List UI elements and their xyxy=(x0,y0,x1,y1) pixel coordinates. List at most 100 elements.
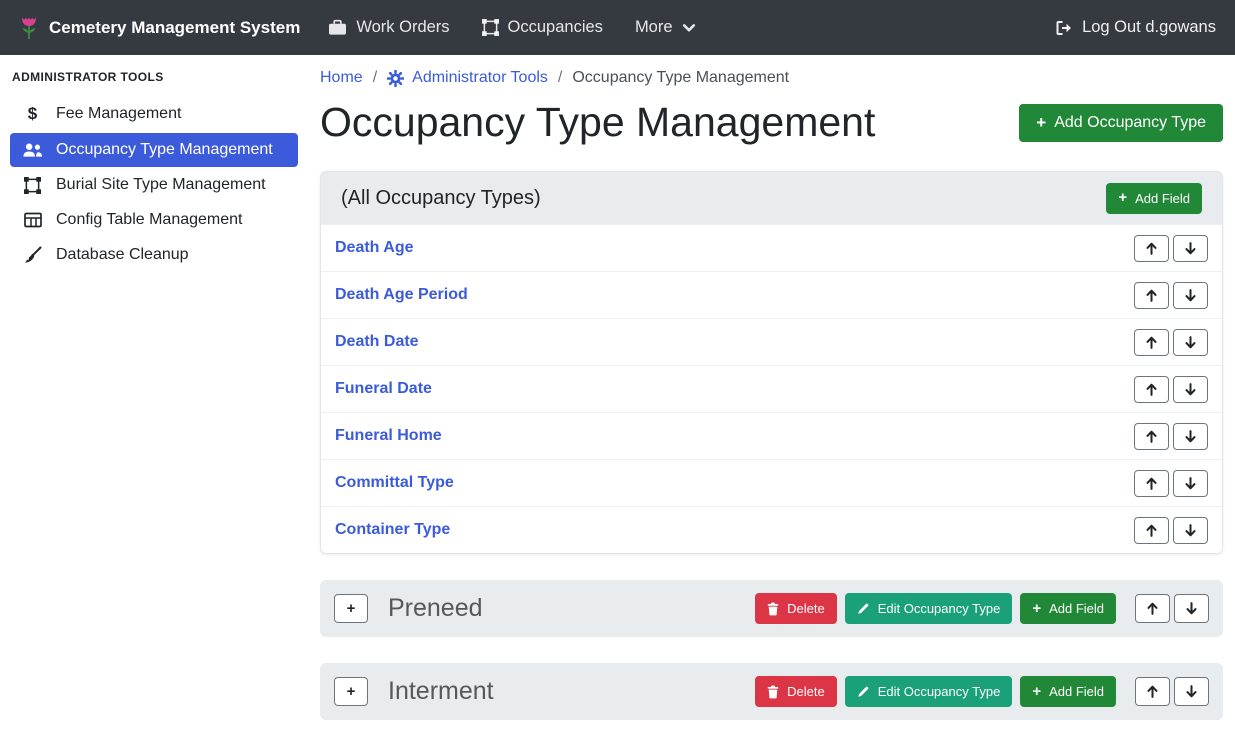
breadcrumb-current: Occupancy Type Management xyxy=(572,69,789,87)
brand-title: Cemetery Management System xyxy=(49,18,300,38)
move-down-button[interactable] xyxy=(1173,517,1208,544)
field-link-committal-type[interactable]: Committal Type xyxy=(335,474,454,492)
admin-tools-sidebar: Administrator Tools $ Fee Management Occ… xyxy=(0,55,308,738)
reorder-controls xyxy=(1134,423,1208,450)
navbar-links: Work Orders Occupancies More xyxy=(328,18,695,37)
add-field-button[interactable]: + Add Field xyxy=(1106,183,1202,214)
page-title-row: Occupancy Type Management + Add Occupanc… xyxy=(320,99,1223,146)
expand-section-button[interactable]: + xyxy=(334,677,368,706)
move-up-button[interactable] xyxy=(1135,594,1170,623)
field-row: Death Date xyxy=(321,318,1222,365)
nav-item-label: Occupancies xyxy=(508,18,603,37)
arrow-down-icon xyxy=(1186,685,1197,698)
reorder-controls xyxy=(1134,329,1208,356)
arrow-up-icon xyxy=(1146,477,1157,490)
nav-item-more[interactable]: More xyxy=(635,18,696,37)
field-link-death-age-period[interactable]: Death Age Period xyxy=(335,286,468,304)
vector-square-icon xyxy=(22,177,43,194)
plus-icon: + xyxy=(1032,604,1041,614)
move-down-button[interactable] xyxy=(1173,423,1208,450)
reorder-controls xyxy=(1135,677,1209,706)
edit-occupancy-type-button[interactable]: Edit Occupancy Type xyxy=(845,593,1013,624)
logout-label: Log Out d.gowans xyxy=(1082,18,1216,37)
arrow-down-icon xyxy=(1185,289,1196,302)
arrow-up-icon xyxy=(1146,524,1157,537)
reorder-controls xyxy=(1134,282,1208,309)
section-title: Interment xyxy=(388,677,494,706)
card-title: (All Occupancy Types) xyxy=(341,187,541,210)
sign-out-icon xyxy=(1055,20,1073,36)
sidebar-item-label: Burial Site Type Management xyxy=(56,176,266,194)
arrow-down-icon xyxy=(1185,242,1196,255)
move-up-button[interactable] xyxy=(1134,423,1169,450)
plus-icon: + xyxy=(347,604,356,614)
arrow-up-icon xyxy=(1146,242,1157,255)
move-down-button[interactable] xyxy=(1174,677,1209,706)
field-link-funeral-date[interactable]: Funeral Date xyxy=(335,380,432,398)
field-row: Death Age xyxy=(321,224,1222,271)
move-down-button[interactable] xyxy=(1173,376,1208,403)
brand-home-link[interactable]: Cemetery Management System xyxy=(19,16,300,40)
delete-button[interactable]: Delete xyxy=(755,593,837,624)
arrow-up-icon xyxy=(1146,289,1157,302)
field-link-death-date[interactable]: Death Date xyxy=(335,333,419,351)
field-link-funeral-home[interactable]: Funeral Home xyxy=(335,427,442,445)
expand-section-button[interactable]: + xyxy=(334,594,368,623)
arrow-down-icon xyxy=(1185,477,1196,490)
plus-icon: + xyxy=(1036,118,1046,128)
plus-icon: + xyxy=(347,687,356,697)
users-icon xyxy=(22,142,43,158)
field-row: Funeral Date xyxy=(321,365,1222,412)
nav-item-work-orders[interactable]: Work Orders xyxy=(328,18,449,37)
occupancy-type-section-interment: + Interment Delete Edit Occupancy Type +… xyxy=(320,663,1223,720)
edit-occupancy-type-button[interactable]: Edit Occupancy Type xyxy=(845,676,1013,707)
move-down-button[interactable] xyxy=(1173,235,1208,262)
move-up-button[interactable] xyxy=(1134,329,1169,356)
gear-icon xyxy=(387,70,404,87)
field-link-death-age[interactable]: Death Age xyxy=(335,239,414,257)
move-down-button[interactable] xyxy=(1173,282,1208,309)
nav-item-label: Work Orders xyxy=(356,18,449,37)
trash-icon xyxy=(767,602,779,616)
sidebar-item-database-cleanup[interactable]: Database Cleanup xyxy=(10,238,298,272)
field-row: Committal Type xyxy=(321,459,1222,506)
pencil-icon xyxy=(857,602,870,615)
reorder-controls xyxy=(1134,376,1208,403)
sidebar-item-occupancy-type-management[interactable]: Occupancy Type Management xyxy=(10,133,298,167)
table-icon xyxy=(22,212,43,228)
move-up-button[interactable] xyxy=(1135,677,1170,706)
sidebar-item-burial-site-type-management[interactable]: Burial Site Type Management xyxy=(10,168,298,202)
move-down-button[interactable] xyxy=(1173,329,1208,356)
sidebar-item-fee-management[interactable]: $ Fee Management xyxy=(10,96,298,132)
field-link-container-type[interactable]: Container Type xyxy=(335,521,450,539)
pencil-icon xyxy=(857,685,870,698)
move-down-button[interactable] xyxy=(1174,594,1209,623)
nav-item-occupancies[interactable]: Occupancies xyxy=(482,18,603,37)
breadcrumb-home-link[interactable]: Home xyxy=(320,69,363,87)
reorder-controls xyxy=(1135,594,1209,623)
add-field-button[interactable]: + Add Field xyxy=(1020,593,1116,624)
all-occupancy-types-card: (All Occupancy Types) + Add Field Death … xyxy=(320,171,1223,554)
arrow-up-icon xyxy=(1146,383,1157,396)
arrow-down-icon xyxy=(1185,336,1196,349)
arrow-down-icon xyxy=(1186,602,1197,615)
breadcrumb-admin-tools-link[interactable]: Administrator Tools xyxy=(387,69,548,87)
move-up-button[interactable] xyxy=(1134,376,1169,403)
logout-link[interactable]: Log Out d.gowans xyxy=(1055,18,1216,37)
move-up-button[interactable] xyxy=(1134,235,1169,262)
breadcrumb-separator: / xyxy=(558,69,562,87)
field-row: Funeral Home xyxy=(321,412,1222,459)
add-field-button[interactable]: + Add Field xyxy=(1020,676,1116,707)
sidebar-item-label: Database Cleanup xyxy=(56,246,189,264)
add-occupancy-type-button[interactable]: + Add Occupancy Type xyxy=(1019,104,1223,142)
move-up-button[interactable] xyxy=(1134,470,1169,497)
arrow-down-icon xyxy=(1185,524,1196,537)
move-up-button[interactable] xyxy=(1134,282,1169,309)
delete-button[interactable]: Delete xyxy=(755,676,837,707)
move-down-button[interactable] xyxy=(1173,470,1208,497)
arrow-down-icon xyxy=(1185,430,1196,443)
move-up-button[interactable] xyxy=(1134,517,1169,544)
sidebar-item-label: Fee Management xyxy=(56,105,181,123)
sidebar-item-config-table-management[interactable]: Config Table Management xyxy=(10,203,298,237)
occupancy-type-section-preneed: + Preneed Delete Edit Occupancy Type + A… xyxy=(320,580,1223,637)
